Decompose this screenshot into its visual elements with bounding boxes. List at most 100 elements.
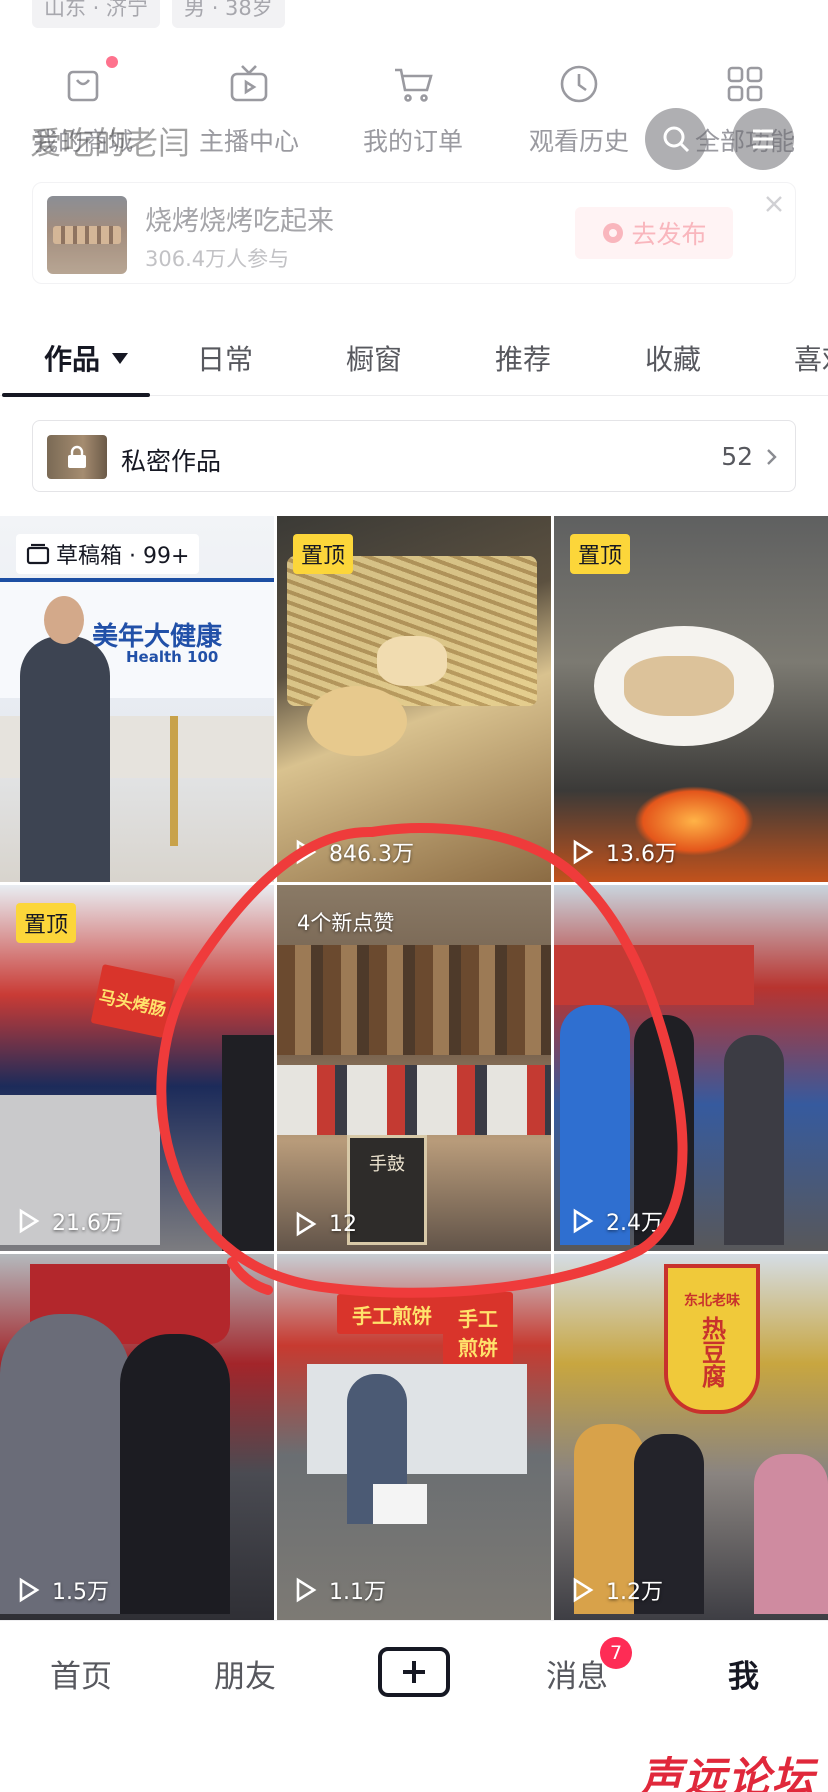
play-count: 1.2万	[572, 1574, 663, 1606]
play-count: 1.1万	[295, 1574, 386, 1606]
pinned-badge: 置顶	[293, 534, 354, 574]
person-pink	[754, 1454, 828, 1614]
pancake-cart	[307, 1364, 527, 1474]
stanchion	[170, 716, 178, 846]
menu-button[interactable]	[732, 108, 794, 170]
nav-home[interactable]: 首页	[50, 1651, 112, 1696]
activity-title: 烧烤烧烤吃起来	[145, 206, 334, 237]
tool-watch-history[interactable]: 观看历史	[504, 62, 654, 158]
nav-messages[interactable]: 消息	[546, 1651, 608, 1696]
camera-icon	[603, 223, 624, 243]
plus-icon	[403, 1661, 425, 1683]
clinic-sign-sub: Health 100	[126, 648, 219, 666]
play-count-value: 1.1万	[329, 1580, 386, 1605]
grid-divider	[0, 1251, 828, 1254]
play-icon	[19, 1208, 40, 1234]
tab-label: 作品	[44, 343, 101, 376]
play-count-value: 846.3万	[329, 842, 414, 867]
grid-icon	[727, 66, 763, 102]
location-tag: 山东 · 济宁	[32, 0, 161, 28]
play-icon	[19, 1577, 40, 1603]
bottom-navigation: 首页 朋友 消息 7 我	[0, 1620, 828, 1732]
tab-works[interactable]: 作品	[44, 338, 129, 378]
play-icon	[573, 1208, 594, 1234]
tab-showcase[interactable]: 橱窗	[346, 338, 402, 378]
video-tile[interactable]: 置顶 846.3万	[277, 516, 551, 882]
play-count-value: 12	[329, 1211, 357, 1237]
tool-label: 我的订单	[362, 127, 463, 156]
publish-label: 去发布	[631, 220, 707, 249]
play-icon	[573, 1577, 594, 1603]
banner-top-text: 东北老味	[684, 1293, 740, 1309]
play-count-value: 2.4万	[606, 1211, 663, 1236]
new-likes-label: 4个新点赞	[297, 911, 395, 935]
stall-sign: 马头烤肠	[90, 963, 176, 1039]
play-icon	[296, 1577, 317, 1603]
stuffed-bun	[377, 636, 447, 686]
message-count-badge: 7	[600, 1637, 632, 1669]
create-button[interactable]	[378, 1647, 450, 1697]
video-tile[interactable]: 手鼓 4个新点赞 12	[277, 885, 551, 1251]
tool-label: 观看历史	[528, 127, 629, 156]
drum-wall	[277, 945, 551, 1055]
new-dot	[106, 56, 118, 68]
tab-daily[interactable]: 日常	[197, 338, 253, 378]
activity-participants: 306.4万人参与	[145, 247, 290, 271]
forum-watermark: 声远论坛	[639, 1753, 816, 1792]
tool-label: 主播中心	[198, 127, 299, 156]
play-count-value: 1.5万	[52, 1580, 109, 1605]
play-icon	[573, 839, 594, 865]
drafts-badge[interactable]: 草稿箱 · 99+	[16, 534, 200, 574]
red-canopy	[554, 945, 754, 1005]
profile-tags: 山东 · 济宁 男 · 38岁	[32, 0, 285, 28]
person-black-coat	[120, 1334, 230, 1614]
video-tile[interactable]: 东北老味 热豆腐 1.2万	[554, 1254, 828, 1620]
cart-icon	[395, 68, 433, 102]
video-tile[interactable]: 2.4万	[554, 885, 828, 1251]
private-works-label: 私密作品	[121, 447, 222, 476]
activity-thumbnail	[47, 196, 127, 274]
man-face	[44, 596, 84, 644]
nav-me[interactable]: 我	[728, 1651, 759, 1696]
play-count-value: 21.6万	[52, 1211, 123, 1236]
play-count: 12	[295, 1211, 357, 1237]
grid-divider	[0, 882, 828, 885]
nav-friends[interactable]: 朋友	[214, 1651, 276, 1696]
publish-button[interactable]: 去发布	[575, 207, 733, 259]
pinned-badge: 置顶	[570, 534, 631, 574]
tab-favorites[interactable]: 收藏	[645, 338, 701, 378]
tv-icon	[230, 65, 268, 102]
grid-divider	[274, 516, 277, 1626]
video-tile[interactable]: 置顶 13.6万	[554, 516, 828, 882]
tool-streamer-center[interactable]: 主播中心	[174, 62, 324, 158]
play-count: 1.5万	[18, 1574, 109, 1606]
active-tab-indicator	[2, 393, 150, 397]
grid-divider	[551, 516, 554, 1626]
drafts-icon	[26, 543, 50, 565]
menu-icon	[753, 129, 773, 149]
search-button[interactable]	[645, 108, 707, 170]
flatbreads	[307, 686, 407, 756]
video-tile[interactable]: 手工煎饼 手工 煎饼 1.1万	[277, 1254, 551, 1620]
activity-card[interactable]: 烧烤烧烤吃起来 306.4万人参与 去发布	[32, 182, 796, 284]
video-tile[interactable]: 1.5万	[0, 1254, 274, 1620]
play-count-value: 1.2万	[606, 1580, 663, 1605]
caret-down-icon	[112, 352, 129, 364]
tool-my-orders[interactable]: 我的订单	[338, 62, 488, 158]
private-works-count: 52	[721, 442, 753, 471]
video-tile[interactable]: 马头烤肠 置顶 21.6万	[0, 885, 274, 1251]
video-tile[interactable]: 美年大健康 Health 100 草稿箱 · 99+	[0, 516, 274, 882]
shopping-bag-icon	[67, 70, 99, 102]
play-count: 13.6万	[572, 836, 677, 868]
search-icon	[663, 126, 690, 153]
tab-recommend[interactable]: 推荐	[495, 338, 551, 378]
tab-likes[interactable]: 喜欢	[794, 338, 828, 378]
lock-icon	[68, 445, 86, 468]
drafts-label: 草稿箱 · 99+	[56, 544, 190, 569]
drummers	[277, 1065, 551, 1135]
private-works-entry[interactable]: 私密作品 52	[32, 420, 796, 492]
pinned-badge: 置顶	[16, 903, 77, 943]
profile-tabs: 作品 日常 橱窗 推荐 收藏 喜欢	[0, 330, 828, 397]
close-icon[interactable]	[763, 193, 785, 215]
clock-icon	[560, 65, 598, 103]
